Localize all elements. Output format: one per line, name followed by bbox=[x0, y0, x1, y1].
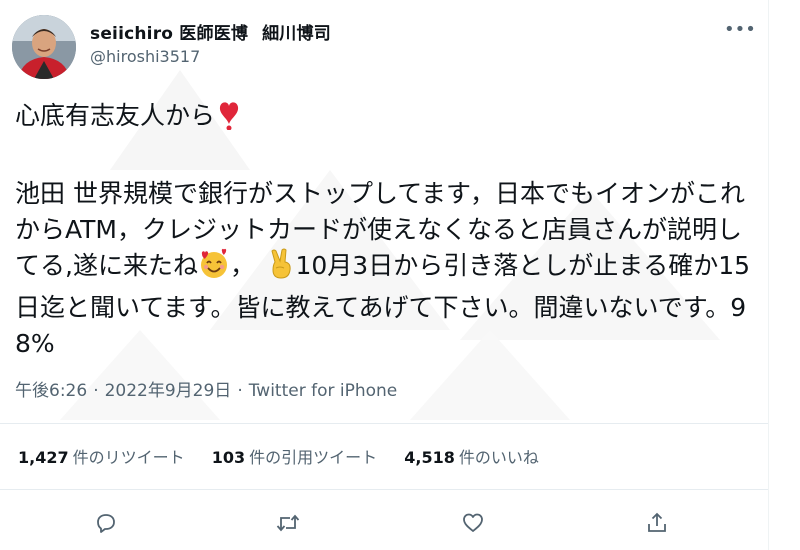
engagement-stats: 1,427 件のリツイート 103 件の引用ツイート 4,518 件のいいね bbox=[18, 444, 561, 468]
tweet-comma: ， bbox=[229, 251, 243, 280]
share-button[interactable] bbox=[640, 506, 674, 540]
retweet-icon bbox=[276, 514, 300, 532]
more-icon: ••• bbox=[724, 19, 756, 40]
tweet-text: 心底有志友人から 池田 世界規模で銀行がストップしてます，日本でもイオンがこれか… bbox=[15, 98, 760, 362]
display-name-primary: seiichiro 医師医博 bbox=[90, 24, 249, 44]
tweet-date[interactable]: 2022年9月29日 bbox=[105, 381, 232, 401]
quotes-count[interactable]: 103 件の引用ツイート bbox=[212, 444, 377, 468]
tweet-source[interactable]: Twitter for iPhone bbox=[249, 381, 398, 401]
like-icon bbox=[463, 513, 483, 532]
victory-hand-emoji bbox=[267, 248, 295, 290]
heavy-heart-exclamation-emoji bbox=[215, 98, 243, 140]
right-border bbox=[768, 0, 769, 550]
avatar[interactable] bbox=[12, 15, 76, 79]
reply-icon bbox=[97, 514, 115, 533]
tweet-time[interactable]: 午後6:26 bbox=[15, 381, 87, 401]
retweet-button[interactable] bbox=[271, 506, 305, 540]
display-name[interactable]: seiichiro 医師医博 細川博司 bbox=[90, 19, 331, 44]
more-button[interactable]: ••• bbox=[724, 20, 756, 40]
likes-count[interactable]: 4,518 件のいいね bbox=[404, 444, 539, 468]
tweet-line-1: 心底有志友人から bbox=[15, 101, 216, 130]
like-button[interactable] bbox=[456, 506, 490, 540]
share-icon bbox=[648, 512, 666, 532]
avatar-image bbox=[12, 15, 76, 79]
divider bbox=[0, 423, 768, 424]
user-handle[interactable]: @hiroshi3517 bbox=[90, 47, 200, 66]
right-margin bbox=[768, 0, 800, 550]
reply-button[interactable] bbox=[89, 506, 123, 540]
display-name-secondary: 細川博司 bbox=[262, 24, 331, 44]
smiling-face-with-hearts-emoji bbox=[198, 248, 230, 290]
divider bbox=[0, 489, 768, 490]
meta-separator: · bbox=[237, 381, 243, 401]
retweets-count[interactable]: 1,427 件のリツイート bbox=[18, 444, 185, 468]
tweet-meta: 午後6:26 · 2022年9月29日 · Twitter for iPhone bbox=[15, 376, 397, 401]
meta-separator: · bbox=[93, 381, 99, 401]
